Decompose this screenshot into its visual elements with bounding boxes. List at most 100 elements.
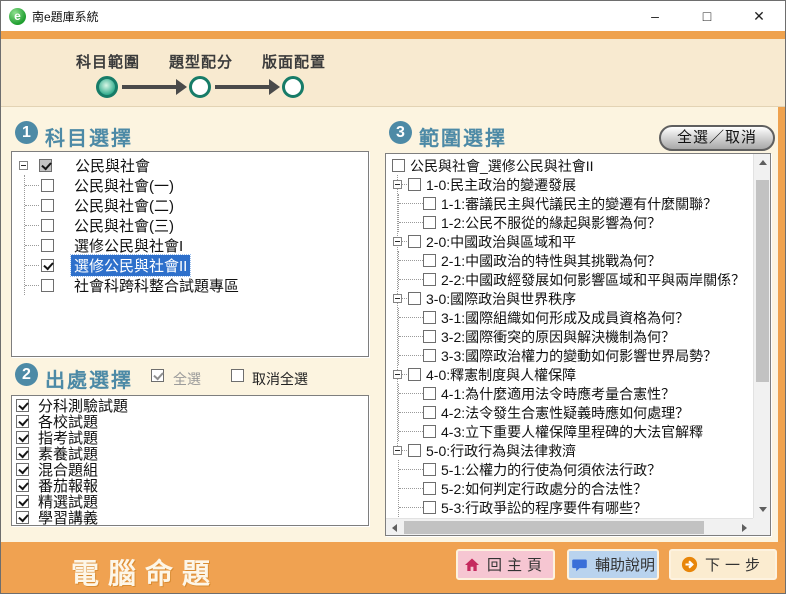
scope-group-label: 1-0:民主政治的變遷發展 [423,175,579,195]
checkbox[interactable] [423,349,436,362]
checkbox[interactable] [16,399,29,412]
help-button[interactable]: 輔助說明 [567,549,659,580]
checkbox[interactable] [16,463,29,476]
checkbox[interactable] [423,273,436,286]
scope-tree-item[interactable]: 3-3:國際政治權力的變動如何影響世界局勢？ [399,346,753,365]
checkbox[interactable] [423,387,436,400]
subject-tree-item[interactable]: 選修公民與社會II [25,255,366,275]
collapse-icon[interactable] [393,180,402,189]
scope-group-row[interactable]: 1-0:民主政治的變遷發展 [390,175,753,194]
checkbox[interactable] [423,482,436,495]
select-all-checkbox[interactable] [151,369,164,382]
scroll-left-button[interactable] [386,519,403,536]
next-step-button[interactable]: 下一步 [669,549,777,580]
subject-tree-item[interactable]: 公民與社會(一) [25,175,366,195]
collapse-icon[interactable] [393,237,402,246]
subject-tree-item[interactable]: 公民與社會(三) [25,215,366,235]
scope-group-row[interactable]: 5-0:行政行為與法律救濟 [390,441,753,460]
subject-tree-item[interactable]: 選修公民與社會I [25,235,366,255]
scope-tree-item[interactable]: 3-2:國際衝突的原因與解決機制為何？ [399,327,753,346]
maximize-button[interactable]: □ [681,1,733,31]
scope-tree-item[interactable]: 3-1:國際組織如何形成及成員資格為何？ [399,308,753,327]
checkbox[interactable] [423,501,436,514]
scope-group: 5-0:行政行為與法律救濟 5-1:公權力的行使為何須依法行政？ 5-2:如何判… [390,441,753,517]
scope-group-row[interactable]: 3-0:國際政治與世界秩序 [390,289,753,308]
checkbox[interactable] [408,178,421,191]
scope-tree-item[interactable]: 4-2:法令發生合憲性疑義時應如何處理？ [399,403,753,422]
deselect-all-checkbox[interactable] [231,369,244,382]
chat-icon [571,557,588,573]
checkbox[interactable] [408,292,421,305]
scope-tree-item[interactable]: 2-1:中國政治的特性與其挑戰為何？ [399,251,753,270]
close-button[interactable]: ✕ [733,1,785,31]
checkbox[interactable] [16,447,29,460]
section-1-number: 1 [15,121,38,144]
scope-tree-item[interactable]: 5-3:行政爭訟的程序要件有哪些？ [399,498,753,517]
tree-connector [399,355,423,356]
scope-tree-item[interactable]: 5-1:公權力的行使為何須依法行政？ [399,460,753,479]
scope-item-label: 5-1:公權力的行使為何須依法行政？ [438,460,664,480]
collapse-icon[interactable] [19,161,28,170]
scope-group: 3-0:國際政治與世界秩序 3-1:國際組織如何形成及成員資格為何？ 3-2:國… [390,289,753,365]
select-all-toggle-button[interactable]: 全選／取消 [659,125,775,151]
checkbox[interactable] [16,479,29,492]
subject-tree-item[interactable]: 公民與社會(二) [25,195,366,215]
checkbox[interactable] [423,197,436,210]
checkbox[interactable] [423,216,436,229]
tree-connector [399,469,423,470]
checkbox[interactable] [423,330,436,343]
scope-tree-root[interactable]: 公民與社會_選修公民與社會II [390,156,753,175]
checkbox[interactable] [41,239,54,252]
scope-tree-item[interactable]: 4-1:為什麼適用法令時應考量合憲性？ [399,384,753,403]
horizontal-scrollbar[interactable] [386,518,753,535]
scope-tree-item[interactable]: 4-3:立下重要人權保障里程碑的大法官解釋 [399,422,753,441]
scope-group-row[interactable]: 4-0:釋憲制度與人權保障 [390,365,753,384]
collapse-icon[interactable] [393,370,402,379]
checkbox[interactable] [392,159,405,172]
checkbox[interactable] [408,235,421,248]
checkbox[interactable] [41,219,54,232]
vertical-scroll-thumb[interactable] [756,180,769,382]
scope-tree-item[interactable]: 1-1:審議民主與代議民主的變遷有什麼關聯？ [399,194,753,213]
source-list: 分科測驗試題 各校試題 指考試題 素養試題 混合題組 番茄報報 精選試題 學習講… [14,397,366,525]
minimize-button[interactable]: – [629,1,681,31]
section-2-number: 2 [15,363,38,386]
checkbox[interactable] [423,254,436,267]
checkbox[interactable] [16,511,29,524]
scroll-down-button[interactable] [754,501,771,518]
checkbox[interactable] [408,368,421,381]
scope-tree-item[interactable]: 5-2:如何判定行政處分的合法性？ [399,479,753,498]
checkbox[interactable] [16,431,29,444]
section-2-title: 出處選擇 [45,364,133,393]
vertical-scrollbar[interactable] [753,154,770,518]
checkbox[interactable] [423,406,436,419]
checkbox[interactable] [423,425,436,438]
home-button[interactable]: 回主頁 [456,549,555,580]
subject-tree-item[interactable]: 社會科跨科整合試題專區 [25,275,366,295]
scope-tree-item[interactable]: 2-2:中國政經發展如何影響區域和平與兩岸關係？ [399,270,753,289]
source-list-panel: 分科測驗試題 各校試題 指考試題 素養試題 混合題組 番茄報報 精選試題 學習講… [11,395,369,526]
checkbox[interactable] [41,259,54,272]
checkbox[interactable] [16,415,29,428]
tree-connector [402,450,407,451]
checkbox[interactable] [423,311,436,324]
collapse-icon[interactable] [393,446,402,455]
scroll-up-button[interactable] [754,154,771,171]
checkbox[interactable] [423,463,436,476]
checkbox[interactable] [408,444,421,457]
checkbox[interactable] [41,279,54,292]
step-1-label: 科目範圍 [76,51,140,72]
horizontal-scroll-thumb[interactable] [404,521,704,534]
subject-tree-root[interactable]: 公民與社會 [14,155,366,175]
home-button-label: 回主頁 [487,554,547,575]
checkbox[interactable] [16,495,29,508]
source-list-item[interactable]: 學習講義 [14,509,366,525]
scroll-right-button[interactable] [736,519,753,536]
step-3-label: 版面配置 [262,51,326,72]
scope-tree-item[interactable]: 1-2:公民不服從的緣起與影響為何？ [399,213,753,232]
checkbox[interactable] [41,179,54,192]
scope-group-row[interactable]: 2-0:中國政治與區域和平 [390,232,753,251]
checkbox[interactable] [41,199,54,212]
collapse-icon[interactable] [393,294,402,303]
checkbox[interactable] [39,159,52,172]
